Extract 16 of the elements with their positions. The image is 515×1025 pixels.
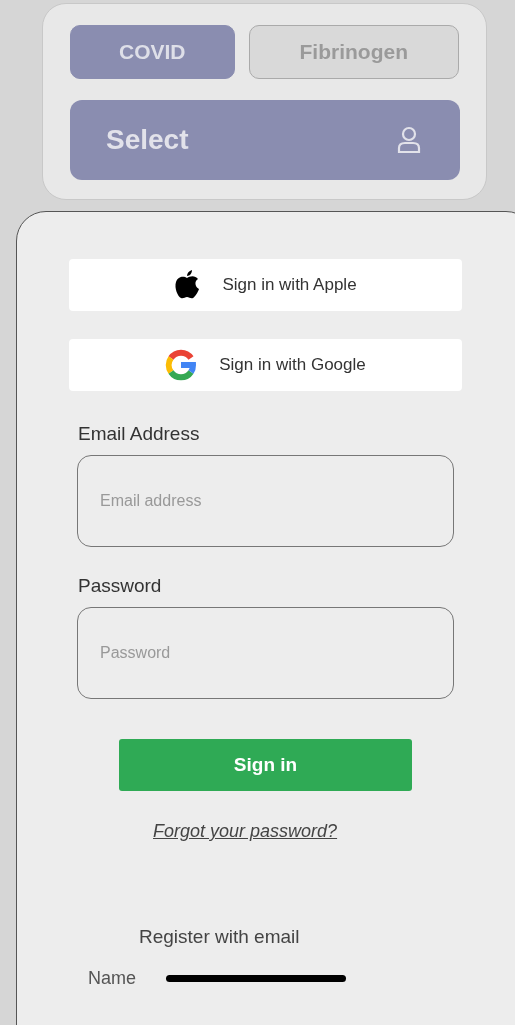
person-icon bbox=[396, 126, 422, 154]
google-icon bbox=[165, 349, 198, 381]
tab[interactable]: Fibrinogen bbox=[248, 25, 459, 79]
field-label: Password bbox=[78, 575, 163, 597]
sign-in-button[interactable]: Sign in bbox=[119, 739, 412, 791]
field-label: Email Address bbox=[78, 423, 201, 445]
tab[interactable]: COVID bbox=[70, 25, 235, 79]
google-sign-in-button[interactable]: Sign in with Google bbox=[69, 339, 462, 391]
input-field[interactable]: Password bbox=[77, 607, 454, 699]
input-field[interactable]: Email address bbox=[77, 455, 454, 547]
select-button[interactable]: Select bbox=[70, 100, 460, 180]
register-heading: Register with email bbox=[139, 926, 300, 948]
apple-icon bbox=[174, 270, 201, 300]
forgot-password-link[interactable]: Forgot your password? bbox=[153, 821, 338, 842]
field-label: Name bbox=[88, 968, 136, 989]
apple-sign-in-button[interactable]: Sign in with Apple bbox=[69, 259, 462, 311]
